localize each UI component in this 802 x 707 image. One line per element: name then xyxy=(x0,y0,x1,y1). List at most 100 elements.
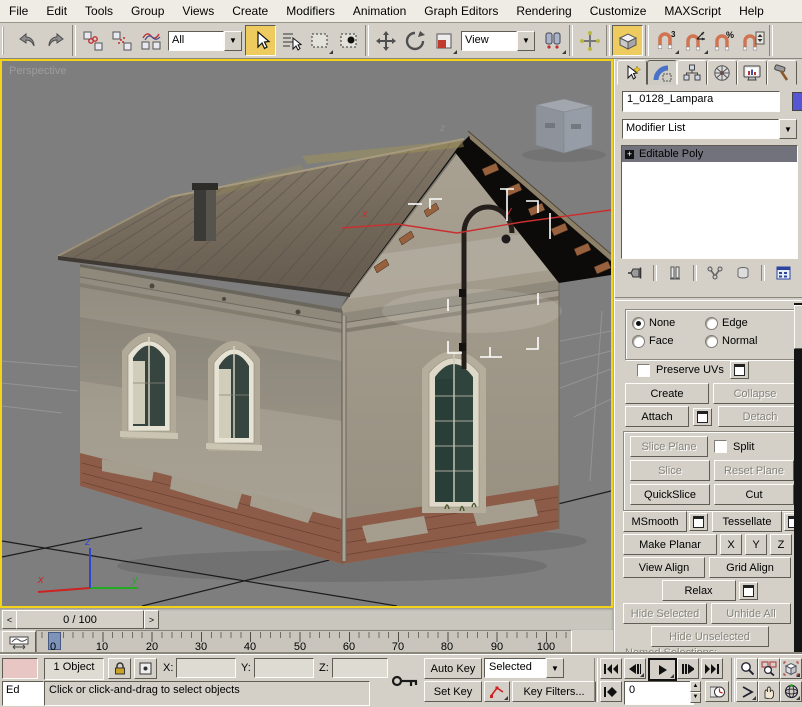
tab-display[interactable] xyxy=(737,60,767,85)
make-planar-button[interactable]: Make Planar xyxy=(623,534,717,555)
detach-button[interactable]: Detach xyxy=(718,406,802,427)
key-mode-arrow-icon[interactable]: ▼ xyxy=(546,658,564,678)
previous-frame-arrow[interactable]: < xyxy=(2,610,17,629)
use-center-button[interactable] xyxy=(538,26,567,55)
spinner-down-icon[interactable]: ▼ xyxy=(690,692,701,703)
make-planar-z-button[interactable]: Z xyxy=(770,534,792,555)
pan-view-button[interactable] xyxy=(758,681,780,702)
field-of-view-button[interactable] xyxy=(736,681,758,702)
hide-unselected-button[interactable]: Hide Unselected xyxy=(651,626,769,647)
spinner-snap-toggle-button[interactable] xyxy=(738,26,767,55)
remove-modifier-button[interactable] xyxy=(731,264,755,283)
go-to-start-button[interactable] xyxy=(600,658,622,679)
spinner-up-icon[interactable]: ▲ xyxy=(690,681,701,692)
key-mode-toggle-button[interactable] xyxy=(600,681,622,702)
set-keys-button[interactable] xyxy=(390,667,420,695)
menu-rendering[interactable]: Rendering xyxy=(507,2,580,20)
menu-tools[interactable]: Tools xyxy=(76,2,122,20)
scene-cube-object[interactable] xyxy=(522,99,606,162)
preserve-uvs-checkbox[interactable] xyxy=(637,364,650,377)
quickslice-button[interactable]: QuickSlice xyxy=(630,484,710,505)
current-frame-field[interactable]: 0 xyxy=(624,681,694,705)
frame-spinner[interactable]: ▲ ▼ xyxy=(690,681,701,701)
panel-scrollbar[interactable] xyxy=(794,303,802,652)
next-frame-arrow[interactable]: > xyxy=(144,610,159,629)
percent-snap-toggle-button[interactable]: % xyxy=(709,26,738,55)
zoom-all-button[interactable] xyxy=(758,658,780,679)
zoom-button[interactable] xyxy=(736,658,758,679)
select-by-name-button[interactable] xyxy=(276,26,305,55)
viewport-label[interactable]: Perspective xyxy=(9,65,66,77)
perspective-viewport[interactable]: x y z xyxy=(0,59,613,608)
show-end-result-button[interactable] xyxy=(663,264,687,283)
x-coord-field[interactable] xyxy=(176,658,236,678)
constraint-normal-radio[interactable] xyxy=(705,335,718,348)
select-and-rotate-button[interactable] xyxy=(400,26,429,55)
zoom-extents-button[interactable] xyxy=(780,658,802,679)
z-coord-field[interactable] xyxy=(332,658,388,678)
make-planar-y-button[interactable]: Y xyxy=(745,534,767,555)
window-crossing-toggle-button[interactable] xyxy=(334,26,363,55)
selection-filter-dropdown[interactable]: All ▼ xyxy=(168,31,242,51)
absolute-offset-mode-toggle[interactable] xyxy=(134,658,157,679)
menu-create[interactable]: Create xyxy=(223,2,277,20)
tab-utilities[interactable] xyxy=(767,60,797,85)
split-checkbox[interactable] xyxy=(714,440,727,453)
toolbar-grip[interactable] xyxy=(2,27,9,55)
configure-modifier-sets-button[interactable] xyxy=(771,264,795,283)
macro-recorder-field[interactable] xyxy=(2,658,38,679)
expand-icon[interactable]: + xyxy=(625,150,634,159)
go-to-end-button[interactable] xyxy=(701,658,723,679)
reference-coordinate-arrow-icon[interactable]: ▼ xyxy=(517,31,535,51)
open-mini-curve-editor-button[interactable] xyxy=(2,631,36,654)
panel-scrollbar-thumb[interactable] xyxy=(794,305,802,349)
menu-file[interactable]: File xyxy=(0,2,37,20)
angle-snap-toggle-button[interactable] xyxy=(680,26,709,55)
stack-item-editable-poly[interactable]: + Editable Poly xyxy=(622,146,797,162)
modifier-list-dropdown[interactable]: Modifier List ▼ xyxy=(622,119,797,139)
constraint-face-radio[interactable] xyxy=(632,335,645,348)
auto-key-button[interactable]: Auto Key xyxy=(424,658,482,679)
redo-button[interactable] xyxy=(41,26,70,55)
create-button[interactable]: Create xyxy=(625,383,709,404)
previous-frame-button[interactable] xyxy=(624,658,646,679)
view-align-button[interactable]: View Align xyxy=(623,557,705,578)
track-bar-ruler[interactable]: 0 10 20 30 40 50 60 70 80 90 100 xyxy=(36,630,572,656)
cut-button[interactable]: Cut xyxy=(714,484,794,505)
constraint-edge-radio[interactable] xyxy=(705,317,718,330)
reference-coordinate-dropdown[interactable]: View ▼ xyxy=(461,31,535,51)
key-filters-button[interactable]: Key Filters... xyxy=(512,681,596,702)
key-mode-dropdown[interactable]: Selected ▼ xyxy=(484,658,564,678)
grid-align-button[interactable]: Grid Align xyxy=(709,557,791,578)
tessellate-button[interactable]: Tessellate xyxy=(712,511,782,532)
unlink-selection-button[interactable] xyxy=(107,26,136,55)
msmooth-settings-button[interactable] xyxy=(689,513,708,531)
rectangular-selection-region-button[interactable] xyxy=(305,26,334,55)
select-and-scale-button[interactable] xyxy=(429,26,458,55)
set-key-button[interactable]: Set Key xyxy=(424,681,482,702)
menu-modifiers[interactable]: Modifiers xyxy=(277,2,344,20)
make-planar-x-button[interactable]: X xyxy=(720,534,742,555)
menu-group[interactable]: Group xyxy=(122,2,173,20)
attach-settings-button[interactable] xyxy=(693,408,712,426)
pin-stack-button[interactable] xyxy=(623,264,647,283)
menu-edit[interactable]: Edit xyxy=(37,2,76,20)
default-tangents-button[interactable] xyxy=(484,681,510,702)
tab-modify[interactable] xyxy=(647,60,677,85)
time-configuration-button[interactable] xyxy=(705,681,729,702)
selection-lock-toggle[interactable] xyxy=(108,658,131,679)
y-coord-field[interactable] xyxy=(254,658,314,678)
bind-to-space-warp-button[interactable] xyxy=(136,26,165,55)
snaps-toggle-button[interactable]: 3 xyxy=(651,26,680,55)
select-and-link-button[interactable] xyxy=(78,26,107,55)
object-color-swatch[interactable] xyxy=(792,92,802,111)
unhide-all-button[interactable]: Unhide All xyxy=(711,603,791,624)
select-and-move-button[interactable] xyxy=(371,26,400,55)
undo-button[interactable] xyxy=(12,26,41,55)
collapse-button[interactable]: Collapse xyxy=(713,383,797,404)
modifier-list-arrow-icon[interactable]: ▼ xyxy=(779,119,797,139)
hide-selected-button[interactable]: Hide Selected xyxy=(623,603,707,624)
menu-maxscript[interactable]: MAXScript xyxy=(655,2,730,20)
keyboard-shortcut-override-toggle[interactable] xyxy=(612,25,643,56)
relax-button[interactable]: Relax xyxy=(662,580,736,601)
